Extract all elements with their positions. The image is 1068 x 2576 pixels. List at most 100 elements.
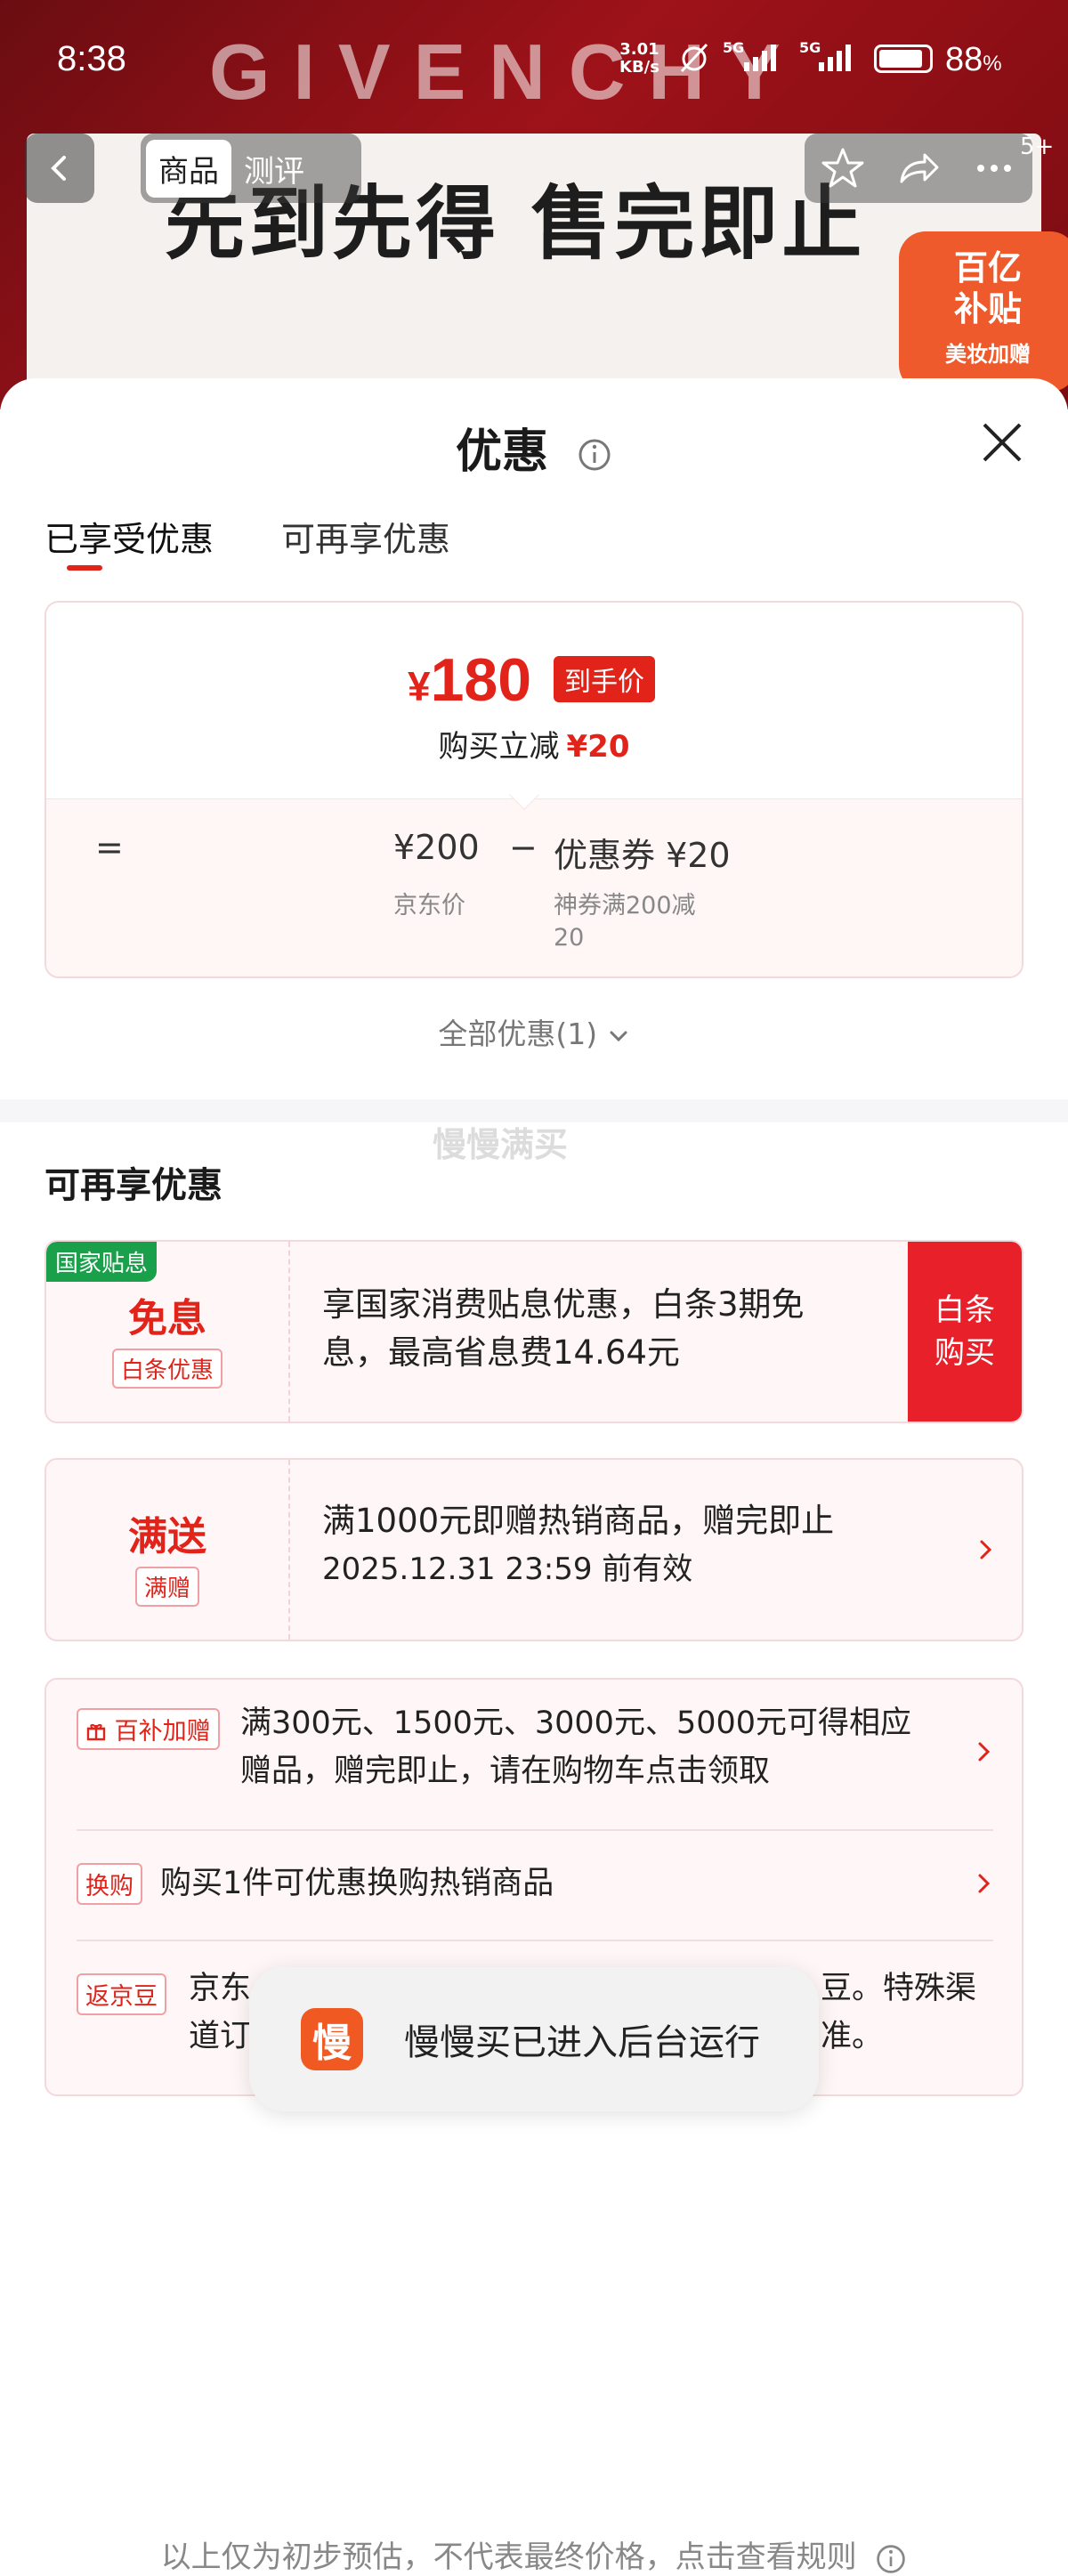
battery-icon [874,45,933,73]
battery-percent: 88% [945,41,1002,79]
list-divider [77,1940,993,1941]
clock: 8:38 [57,39,126,78]
toast-message: 慢慢买已进入后台运行 [404,2022,760,2063]
list-item-text: 购买1件可优惠换购热销商品 [160,1866,554,1901]
subsidy-badge-line1: 百亿 [953,248,1022,288]
list-item-text-start: 京东 道订 [189,1964,251,2061]
network-speed-unit: KB/s [619,58,659,77]
battery-percent-value: 88 [945,41,983,78]
final-price: ¥180 [408,645,531,715]
baitiao-buy-line2: 购买 [934,1335,995,1371]
national-subsidy-badge: 国家贴息 [46,1242,158,1282]
subsidy-badge-line2: 补贴 [953,289,1022,328]
formula-minus: − [509,828,538,867]
chevron-right-icon [980,1540,992,1559]
price-formula: = ¥200 − 优惠券 ¥20 京东价 神券满200减 20 [46,798,1022,976]
list-item-text-end: 豆。特殊渠 准。 [821,1964,976,2061]
battery-fill [879,50,922,68]
rules-footer[interactable]: 以上仅为初步预估，不代表最终价格，点击查看规则 [0,2532,1068,2576]
offer-description: 享国家消费贴息优惠，白条3期免 息，最高省息费14.64元 [322,1281,805,1377]
formula-equals: = [95,828,124,867]
subsidy-badge: 百亿 补贴 美妆加赠 [899,231,1068,392]
list-item-text-line2: 赠品，赠完即止，请在购物车点击领取 [240,1754,771,1789]
watermark: 慢慢满买 [433,1125,569,1164]
tab-review[interactable]: 测评 [231,140,317,198]
base-price-label: 京东价 [393,892,465,919]
offer-description-line1: 享国家消费贴息优惠，白条3期免 [322,1285,805,1324]
coupon-label-line1: 神券满200减 [554,892,696,919]
alarm-off-icon [680,43,708,73]
baitiao-buy-button[interactable]: 白条 购买 [908,1242,1022,1422]
baitiao-buy-line1: 白条 [934,1292,995,1328]
chevron-right-icon [978,1742,991,1762]
star-icon[interactable] [819,144,867,192]
final-price-value: 180 [430,646,532,714]
nav-tabs: 商品 测评 [141,134,361,203]
close-icon[interactable] [977,417,1027,467]
offer-description: 满1000元即赠热销商品，赠完即止 2025.12.31 23:59 前有效 [322,1497,834,1593]
background-running-toast: 慢 慢慢买已进入后台运行 [249,1967,819,2111]
list-item-tag-text: 百补加赠 [114,1718,211,1746]
cell-signal-icon-2 [819,45,851,71]
chevron-down-icon [610,1031,627,1041]
list-item-exchange[interactable]: 换购 购买1件可优惠换购热销商品 [77,1859,993,1913]
offer-description-line1: 满1000元即赠热销商品，赠完即止 [322,1502,835,1540]
nav-actions [805,134,1032,203]
list-item-text-line2-start: 道订 [189,2019,252,2054]
offer-title: 满送 [128,1514,206,1559]
message-count-badge: 5+ [1020,134,1055,160]
back-button[interactable] [25,134,94,203]
offer-title: 免息 [128,1296,206,1341]
final-price-symbol: ¥ [408,663,431,709]
instant-reduction-label: 购买立减 [438,729,560,765]
list-item-text-line1-start: 京东 [189,1971,252,2006]
network-speed-value: 3.01 [619,40,659,59]
manmanmai-app-icon: 慢 [301,2008,363,2070]
price-breakdown-card: ¥180 到手价 购买立减 ¥20 = ¥200 − 优惠券 ¥20 京东价 神券… [44,601,1024,978]
info-icon [877,2544,906,2573]
cell-signal-icon [744,45,776,71]
list-item-tag: 换购 [77,1863,142,1905]
subsidy-badge-line3: 美妆加赠 [945,342,1031,367]
offer-validity: 2025.12.31 23:59 前有效 [322,1551,693,1587]
tab-product[interactable]: 商品 [146,139,231,198]
all-offers-toggle[interactable]: 全部优惠(1) [0,1010,1068,1053]
info-icon[interactable] [577,437,612,473]
list-item-bonus-gift[interactable]: 百补加赠 满300元、1500元、3000元、5000元可得相应 赠品，赠完即止… [77,1705,993,1811]
offer-tag: 满赠 [134,1567,199,1607]
chevron-right-icon [978,1874,991,1893]
chevron-left-icon [51,156,66,181]
offer-card-gift[interactable]: 满送 满赠 满1000元即赠热销商品，赠完即止 2025.12.31 23:59… [44,1458,1024,1641]
list-item-text-line1-end: 豆。特殊渠 [821,1971,977,2006]
instant-reduction-amount: ¥20 [566,729,630,765]
network-speed: 3.01 KB/s [619,41,659,77]
sheet-title-text: 优惠 [455,425,548,479]
battery-percent-unit: % [983,52,1002,76]
formula-coupon: 优惠券 ¥20 [554,836,731,875]
all-offers-label: 全部优惠(1) [438,1017,598,1051]
list-item-text-line1: 满300元、1500元、3000元、5000元可得相应 [240,1705,912,1741]
instant-reduction: 购买立减 ¥20 [46,722,1022,766]
status-bar: 8:38 3.01 KB/s 5G 5G 88% [0,0,1068,116]
section-title-more-offers: 可再享优惠 [44,1165,222,1206]
rules-footer-text: 以上仅为初步预估，不代表最终价格，点击查看规则 [160,2540,857,2575]
list-item-text-line2-end: 准。 [821,2019,884,2054]
offer-description-line2: 息，最高省息费14.64元 [322,1333,680,1372]
offer-left-panel: 满送 满赠 [46,1460,290,1640]
active-tab-indicator [67,565,102,571]
coupon-label-line2: 20 [554,924,585,952]
price-summary: ¥180 到手价 购买立减 ¥20 [46,603,1022,798]
list-item-tag: 百补加赠 [77,1708,220,1750]
tab-enjoyed-offers[interactable]: 已享受优惠 [44,512,214,561]
more-icon[interactable] [970,144,1018,192]
share-icon[interactable] [894,144,943,192]
list-item-tag: 返京豆 [77,1973,166,2015]
tab-more-offers[interactable]: 可再享优惠 [281,512,450,561]
list-divider [77,1829,993,1831]
sheet-title: 优惠 [0,414,1068,481]
final-price-tag: 到手价 [554,656,655,702]
offer-card-interest-free: 免息 白条优惠 国家贴息 享国家消费贴息优惠，白条3期免 息，最高省息费14.6… [44,1240,1024,1423]
offer-tag: 白条优惠 [111,1349,222,1389]
formula-base-price: ¥200 [393,828,480,867]
list-item-text: 满300元、1500元、3000元、5000元可得相应 赠品，赠完即止，请在购物… [240,1699,911,1795]
